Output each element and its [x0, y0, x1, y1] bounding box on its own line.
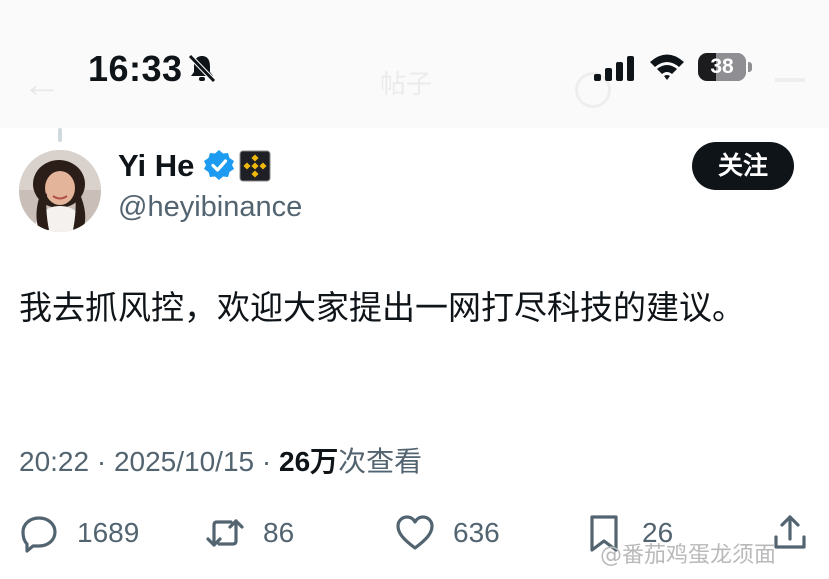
reply-icon [21, 516, 57, 553]
status-time: 16:33 [88, 48, 183, 89]
battery-percent: 38 [710, 55, 734, 78]
retweet-button[interactable]: 86 [205, 508, 294, 558]
tweet-time[interactable]: 20:22 [19, 446, 89, 477]
nav-title: 帖子 [380, 70, 433, 100]
reply-button[interactable]: 1689 [19, 508, 139, 558]
views-count[interactable]: 26万 [279, 446, 338, 477]
meta-separator: · [96, 446, 107, 477]
battery-indicator: 38 [698, 53, 752, 81]
back-arrow-icon[interactable]: ← [22, 62, 62, 107]
silent-bell-icon [188, 54, 216, 83]
follow-button[interactable]: 关注 [692, 142, 794, 190]
author-handle[interactable]: @heyibinance [118, 191, 302, 224]
heart-icon [396, 515, 434, 550]
more-icon[interactable] [775, 78, 805, 82]
tweet-date[interactable]: 2025/10/15 [114, 446, 254, 477]
views-label: 次查看 [338, 446, 423, 477]
like-count: 636 [453, 517, 500, 548]
thread-connector [58, 128, 62, 142]
binance-icon[interactable] [239, 150, 271, 182]
reply-count: 1689 [77, 517, 140, 548]
tweet-text: 我去抓风控，欢迎大家提出一网打尽科技的建议。 [19, 288, 745, 327]
meta-separator: · [261, 446, 272, 477]
wifi-icon [650, 54, 684, 80]
verified-badge-icon [204, 150, 234, 180]
retweet-icon [206, 519, 244, 547]
watermark: @番茄鸡蛋龙须面 [600, 543, 777, 568]
cellular-signal-icon [594, 56, 634, 81]
avatar[interactable] [19, 150, 101, 232]
status-bar: ← 帖子 16:33 38 [0, 0, 829, 128]
author-name[interactable]: Yi He [118, 148, 194, 184]
like-button[interactable]: 636 [395, 508, 500, 558]
tweet-meta: 20:22 · 2025/10/15 · 26万次查看 [19, 440, 422, 480]
retweet-count: 86 [263, 517, 295, 548]
